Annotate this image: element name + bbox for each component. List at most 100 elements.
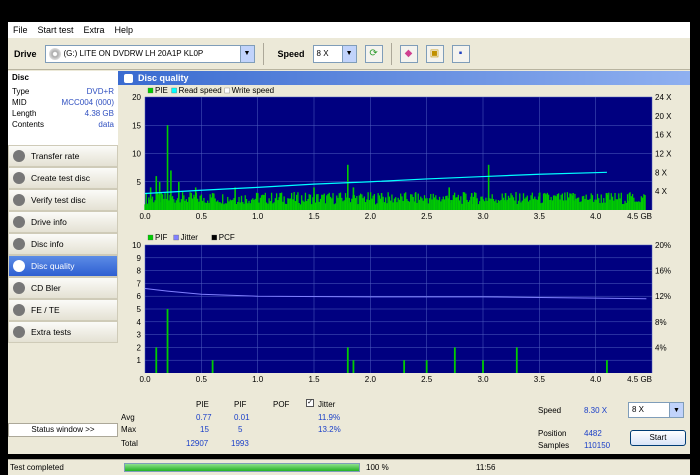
disc-row-mid: MID MCC004 (000) xyxy=(12,98,114,109)
y-tick-label: 4 xyxy=(137,318,142,327)
disc-key: Length xyxy=(12,109,37,118)
menu-help[interactable]: Help xyxy=(110,25,139,35)
legend-label: Write speed xyxy=(232,86,275,95)
y-right-tick-label: 20% xyxy=(655,241,671,250)
y-tick-label: 1 xyxy=(137,356,142,365)
legend-swatch xyxy=(224,87,230,94)
sidebar-item-drive-info[interactable]: Drive info xyxy=(8,211,118,233)
legend-swatch xyxy=(147,87,154,94)
screenshot-button[interactable]: ▣ xyxy=(425,44,444,63)
sidebar-item-label: Create test disc xyxy=(31,173,91,183)
speed-reading: 8.30 X xyxy=(584,406,608,415)
legend-swatch xyxy=(211,234,217,241)
header-jitter: Jitter xyxy=(318,400,336,409)
chevron-down-icon[interactable]: ▼ xyxy=(669,403,683,417)
max-label: Max xyxy=(121,425,137,434)
sidebar-item-disc-info[interactable]: Disc info xyxy=(8,233,118,255)
x-tick-label: 4.0 xyxy=(590,212,602,221)
header-pof: POF xyxy=(273,400,290,409)
y-right-tick-label: 24 X xyxy=(655,93,672,102)
y-tick-label: 5 xyxy=(137,305,142,314)
y-tick-label: 6 xyxy=(137,292,142,301)
camera-icon: ▣ xyxy=(429,48,440,59)
jitter-checkbox[interactable]: ✓ xyxy=(306,399,314,407)
y-right-tick-label: 12 X xyxy=(655,150,672,159)
disc-value: data xyxy=(98,120,114,129)
x-tick-label: 1.5 xyxy=(308,375,320,384)
sidebar: Disc Type DVD+R MID MCC004 (000) Length 4.3… xyxy=(8,71,118,454)
disc-value: MCC004 (000) xyxy=(61,98,114,107)
header-pif: PIF xyxy=(234,400,247,409)
menu-bar: File Start test Extra Help xyxy=(8,22,690,38)
x-tick-label: 3.5 xyxy=(534,375,546,384)
status-text: Test completed xyxy=(10,463,64,472)
sidebar-item-label: FE / TE xyxy=(31,305,60,315)
legend-swatch xyxy=(147,234,154,241)
y-right-tick-label: 16% xyxy=(655,267,671,276)
y-right-tick-label: 8% xyxy=(655,318,667,327)
progress-percent: 100 % xyxy=(366,463,389,472)
test-speed-select[interactable]: 8 X ▼ xyxy=(628,402,684,418)
nav-item-icon xyxy=(13,304,25,316)
legend-swatch xyxy=(173,234,179,241)
disc-quality-icon xyxy=(124,73,133,83)
speed-label: Speed xyxy=(538,406,562,415)
x-tick-label: 0.5 xyxy=(196,212,208,221)
max-pie: 15 xyxy=(200,425,209,434)
disc-row-length: Length 4.38 GB xyxy=(12,109,114,120)
sidebar-item-extra-tests[interactable]: Extra tests xyxy=(8,321,118,343)
sidebar-item-label: Transfer rate xyxy=(31,151,80,161)
chevron-down-icon[interactable]: ▼ xyxy=(239,45,254,62)
x-tick-label: 1.0 xyxy=(252,375,264,384)
menu-extra[interactable]: Extra xyxy=(79,25,110,35)
x-tick-label: 4.5 GB xyxy=(627,212,652,221)
menu-file[interactable]: File xyxy=(8,25,33,35)
speed-value: 8 X xyxy=(316,48,329,58)
position-value: 4482 xyxy=(584,429,602,438)
sidebar-item-label: Extra tests xyxy=(31,327,72,337)
menu-start-test[interactable]: Start test xyxy=(33,25,79,35)
avg-label: Avg xyxy=(121,413,135,422)
legend-label: Read speed xyxy=(179,86,222,95)
avg-pie: 0.77 xyxy=(196,413,212,422)
sidebar-item-disc-quality[interactable]: Disc quality xyxy=(8,255,118,277)
disc-row-contents: Contents data xyxy=(12,120,114,131)
drive-select[interactable]: (G:) LITE ON DVDRW LH 20A1P KL0P ▼ xyxy=(44,44,255,63)
sidebar-item-fe-te[interactable]: FE / TE xyxy=(8,299,118,321)
x-tick-label: 0.5 xyxy=(196,375,208,384)
y-right-tick-label: 12% xyxy=(655,292,671,301)
y-right-tick-label: 20 X xyxy=(655,112,672,121)
nav-item-icon xyxy=(13,326,25,338)
chevron-down-icon[interactable]: ▼ xyxy=(341,45,356,62)
x-tick-label: 2.5 xyxy=(421,212,433,221)
save-button[interactable]: ▪ xyxy=(451,44,470,63)
x-tick-label: 0.0 xyxy=(139,212,151,221)
progress-fill xyxy=(125,464,359,471)
disc-key: Type xyxy=(12,87,30,96)
x-tick-label: 3.5 xyxy=(534,212,546,221)
sidebar-item-create-test-disc[interactable]: Create test disc xyxy=(8,167,118,189)
total-pie: 12907 xyxy=(186,439,209,448)
sidebar-item-transfer-rate[interactable]: Transfer rate xyxy=(8,145,118,167)
y-right-tick-label: 8 X xyxy=(655,168,668,177)
x-tick-label: 4.0 xyxy=(590,375,602,384)
erase-button[interactable]: ◆ xyxy=(399,44,418,63)
legend-label: PIF xyxy=(155,233,168,242)
y-right-tick-label: 16 X xyxy=(655,131,672,140)
nav-item-icon xyxy=(13,282,25,294)
disc-row-type: Type DVD+R xyxy=(12,87,114,98)
sidebar-item-cd-bler[interactable]: CD Bler xyxy=(8,277,118,299)
sidebar-item-label: Verify test disc xyxy=(31,195,86,205)
legend-swatch xyxy=(171,87,177,94)
disc-info-panel: Type DVD+R MID MCC004 (000) Length 4.38 GB … xyxy=(8,85,118,145)
sidebar-item-verify-test-disc[interactable]: Verify test disc xyxy=(8,189,118,211)
toolbar-divider xyxy=(262,42,264,65)
sidebar-item-label: Disc quality xyxy=(31,261,75,271)
start-button[interactable]: Start xyxy=(630,430,686,446)
legend-label: Jitter xyxy=(181,233,199,242)
y-right-tick-label: 4% xyxy=(655,343,667,352)
y-tick-label: 5 xyxy=(137,178,142,187)
status-window-button[interactable]: Status window >> xyxy=(8,423,118,437)
refresh-button[interactable]: ⟳ xyxy=(364,44,383,63)
speed-select[interactable]: 8 X ▼ xyxy=(312,44,357,63)
